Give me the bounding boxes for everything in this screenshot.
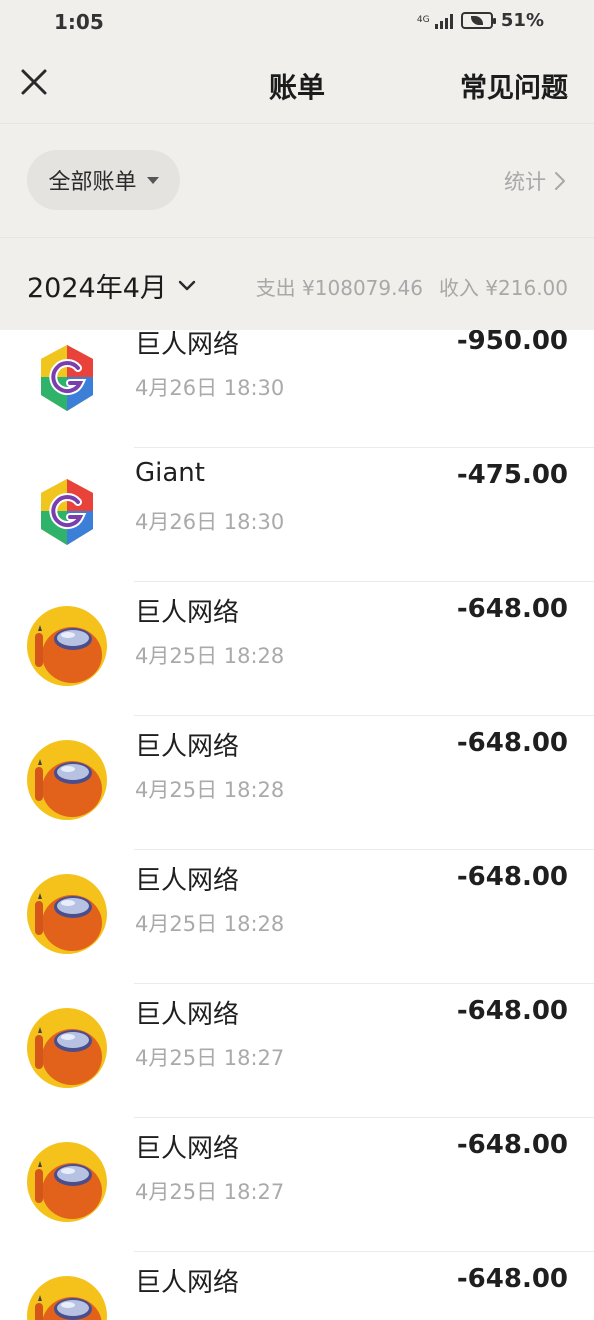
merchant-name: 巨人网络 xyxy=(135,330,240,360)
chevron-right-icon xyxy=(555,172,565,190)
transaction-row[interactable]: 巨人网络 4月25日 18:27 -648.00 xyxy=(0,1118,594,1252)
month-selector[interactable]: 2024年4月 xyxy=(27,266,197,305)
transaction-time: 4月26日 18:30 xyxy=(135,510,285,534)
giant-logo-icon xyxy=(41,479,93,545)
merchant-name: 巨人网络 xyxy=(135,1134,240,1164)
transaction-amount: -950.00 xyxy=(456,330,568,356)
status-time: 1:05 xyxy=(54,10,104,34)
battery-percent: 51% xyxy=(500,10,544,31)
transaction-row[interactable]: 巨人网络 -648.00 xyxy=(0,1252,594,1320)
chevron-down-icon xyxy=(178,280,196,290)
transaction-amount: -475.00 xyxy=(456,460,568,490)
merchant-name: 巨人网络 xyxy=(135,866,240,896)
transaction-amount: -648.00 xyxy=(456,1130,568,1160)
month-totals: 支出 ¥108079.46 收入 ¥216.00 xyxy=(256,272,568,301)
transaction-time: 4月25日 18:28 xyxy=(135,644,285,668)
orange-crewmate-avatar-icon xyxy=(27,740,107,820)
merchant-name: 巨人网络 xyxy=(135,732,240,762)
transaction-row[interactable]: 巨人网络 4月25日 18:27 -648.00 xyxy=(0,984,594,1118)
stats-link[interactable]: 统计 xyxy=(504,166,566,196)
transaction-amount: -648.00 xyxy=(456,594,568,624)
caret-down-icon xyxy=(146,176,159,184)
transaction-row[interactable]: 巨人网络 4月25日 18:28 -648.00 xyxy=(0,716,594,850)
bill-type-filter[interactable]: 全部账单 xyxy=(27,150,180,210)
income-total: 收入 ¥216.00 xyxy=(438,276,568,300)
status-bar: 1:05 4G 51% xyxy=(0,0,594,44)
transaction-time: 4月25日 18:28 xyxy=(135,778,285,802)
transaction-row[interactable]: 巨人网络 4月25日 18:28 -648.00 xyxy=(0,850,594,984)
network-type: 4G xyxy=(416,15,430,25)
orange-crewmate-avatar-icon xyxy=(27,606,107,686)
orange-crewmate-avatar-icon xyxy=(27,1142,107,1222)
transaction-time: 4月25日 18:27 xyxy=(135,1180,285,1204)
stats-label: 统计 xyxy=(504,170,546,194)
filter-bar: 全部账单 统计 xyxy=(0,124,594,238)
transaction-amount: -648.00 xyxy=(456,1264,568,1294)
transaction-time: 4月25日 18:27 xyxy=(135,1046,285,1070)
close-button[interactable] xyxy=(18,66,50,98)
expense-total: 支出 ¥108079.46 xyxy=(255,276,423,300)
giant-logo-icon xyxy=(41,345,93,411)
transaction-row[interactable]: Giant 4月26日 18:30 -475.00 xyxy=(0,448,594,582)
transaction-amount: -648.00 xyxy=(456,996,568,1026)
merchant-name: 巨人网络 xyxy=(135,1000,240,1030)
merchant-name: 巨人网络 xyxy=(135,1268,240,1298)
month-bar: 2024年4月 支出 ¥108079.46 收入 ¥216.00 xyxy=(0,238,594,330)
merchant-name: 巨人网络 xyxy=(135,598,240,628)
bill-type-label: 全部账单 xyxy=(48,170,137,195)
transaction-list: 巨人网络 4月26日 18:30 -950.00 Giant 4月26日 18:… xyxy=(0,330,594,1320)
status-indicators: 4G 51% xyxy=(417,10,544,31)
transaction-row[interactable]: 巨人网络 4月25日 18:28 -648.00 xyxy=(0,582,594,716)
transaction-time: 4月26日 18:30 xyxy=(135,376,285,400)
orange-crewmate-avatar-icon xyxy=(27,874,107,954)
month-label: 2024年4月 xyxy=(27,273,167,304)
faq-link[interactable]: 常见问题 xyxy=(460,66,568,105)
transaction-time: 4月25日 18:28 xyxy=(135,912,285,936)
transaction-row[interactable]: 巨人网络 4月26日 18:30 -950.00 xyxy=(0,330,594,448)
transaction-amount: -648.00 xyxy=(456,862,568,892)
nav-bar: 账单 常见问题 xyxy=(0,44,594,124)
orange-crewmate-avatar-icon xyxy=(27,1276,107,1320)
transaction-amount: -648.00 xyxy=(456,728,568,758)
signal-icon xyxy=(434,13,453,29)
orange-crewmate-avatar-icon xyxy=(27,1008,107,1088)
leaf-icon xyxy=(470,16,483,25)
merchant-name: Giant xyxy=(135,458,205,488)
battery-icon xyxy=(460,12,496,29)
close-icon xyxy=(21,69,47,95)
